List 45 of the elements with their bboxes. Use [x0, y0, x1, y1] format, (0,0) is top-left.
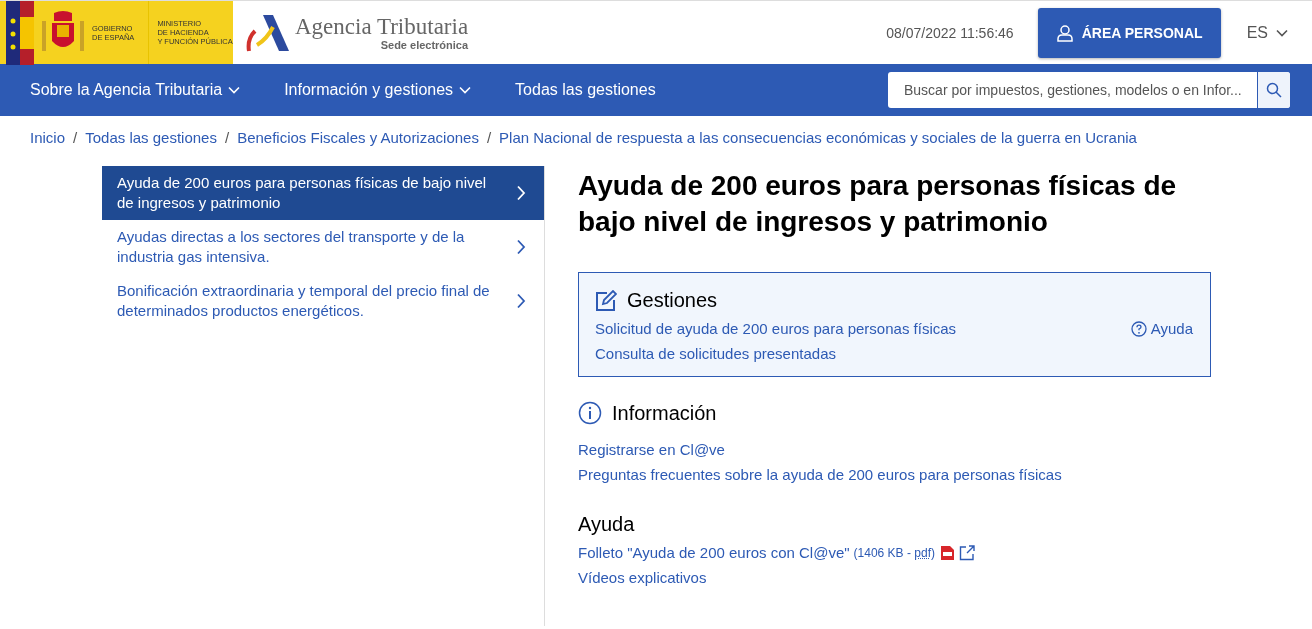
search-icon	[1266, 82, 1282, 98]
search-button[interactable]	[1257, 72, 1290, 108]
info-icon	[578, 401, 602, 425]
file-size: (1406 KB - pdf)	[853, 545, 935, 560]
chevron-down-icon	[1276, 28, 1288, 37]
nav-menu-item[interactable]: Información y gestiones	[272, 81, 484, 99]
info-link[interactable]: Preguntas frecuentes sobre la ayuda de 200 euros para personas físicas	[578, 466, 1062, 483]
chevron-right-icon	[516, 239, 526, 255]
chevron-right-icon	[516, 185, 526, 201]
personal-area-button[interactable]: ÁREA PERSONAL	[1037, 7, 1221, 58]
nav-menu-item[interactable]: Todas las gestiones	[503, 81, 668, 99]
agency-name: Agencia Tributaria	[295, 14, 469, 39]
breadcrumb-link[interactable]: Beneficios Fiscales y Autorizaciones	[237, 129, 479, 146]
chevron-down-icon	[459, 86, 472, 94]
breadcrumb-separator: /	[486, 129, 492, 146]
external-link-icon	[959, 544, 975, 561]
section-heading: Gestiones	[627, 289, 718, 312]
brochure-link[interactable]: Folleto "Ayuda de 200 euros con Cl@ve"	[578, 544, 850, 561]
section-heading: Información	[612, 401, 717, 425]
page-title: Ayuda de 200 euros para personas físicas de bajo nivel de ingresos y patrimonio	[578, 169, 1178, 239]
breadcrumb-separator: /	[224, 129, 230, 146]
date-time: 08/07/2022 11:56:46	[886, 24, 1014, 41]
flag-drawing	[6, 0, 34, 65]
user-icon	[1055, 23, 1074, 42]
videos-link[interactable]: Vídeos explicativos	[578, 569, 707, 586]
sidebar-item[interactable]: Bonificación extraordinaria y temporal del precio final de determinados productos energéticos.	[102, 274, 544, 328]
breadcrumb-link[interactable]: Inicio	[30, 129, 66, 146]
nav-menu-item[interactable]: Sobre la Agencia Tributaria	[18, 81, 253, 99]
question-circle-icon	[1130, 320, 1147, 337]
procedure-link[interactable]: Solicitud de ayuda de 200 euros para personas físicas	[595, 320, 957, 337]
help-link[interactable]: Ayuda	[1130, 320, 1193, 337]
info-link[interactable]: Registrarse en Cl@ve	[578, 441, 725, 458]
breadcrumb-link[interactable]: Plan Nacional de respuesta a las consecuencias económicas y sociales de la guerra en Ucrania	[499, 129, 1137, 146]
section-heading: Ayuda	[578, 513, 636, 536]
edit-icon	[595, 289, 617, 312]
procedure-link[interactable]: Consulta de solicitudes presentadas	[595, 345, 836, 362]
chevron-right-icon	[516, 293, 526, 309]
agency-subtitle: Sede electrónica	[380, 38, 469, 51]
breadcrumb-link[interactable]: Todas las gestiones	[85, 129, 217, 146]
pdf-file-icon	[939, 544, 955, 561]
sidebar-item[interactable]: Ayudas directas a los sectores del transporte y de la industria gas intensiva.	[102, 220, 544, 274]
language-selector[interactable]: ES	[1240, 22, 1294, 43]
chevron-down-icon	[228, 86, 241, 94]
breadcrumb-separator: /	[73, 129, 78, 146]
sidebar-item[interactable]: Ayuda de 200 euros para personas físicas de bajo nivel de ingresos y patrimonio	[102, 166, 544, 220]
